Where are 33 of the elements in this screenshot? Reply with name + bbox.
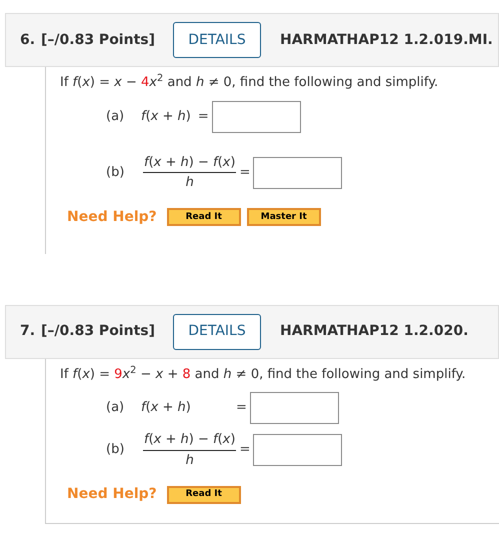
part-label: (b) [106, 164, 126, 182]
need-help-label: Need Help? [67, 208, 157, 226]
answer-box[interactable] [253, 434, 342, 466]
expression: f(x + h) [141, 108, 191, 126]
question-number: 6. [20, 30, 36, 50]
help-button[interactable]: Master It [246, 208, 321, 226]
question-prompt: If f(x) = 9x$^{2}$ − x + 8 and h ≠ 0, find the following and simplify. [60, 364, 467, 384]
equals-sign: = [238, 441, 252, 460]
fraction-denominator: h [186, 452, 194, 470]
fraction-numerator: f(x + h) − f(x) [143, 431, 236, 449]
part-label: (a) [106, 399, 126, 418]
question-code: HARMATHAP12 1.2.020. [280, 322, 468, 341]
need-help-label: Need Help? [67, 485, 157, 504]
part-label: (a) [106, 108, 126, 126]
help-button[interactable]: Read It [166, 208, 241, 226]
answer-box[interactable] [250, 392, 339, 424]
answer-box[interactable] [253, 156, 342, 188]
fraction-denominator: h [186, 174, 194, 192]
equals-sign: = [235, 399, 248, 418]
details-button[interactable]: DETAILS [173, 22, 261, 58]
equals-sign: = [238, 164, 252, 182]
question-code: HARMATHAP12 1.2.019.MI. [280, 30, 493, 50]
details-button[interactable]: DETAILS [173, 314, 261, 350]
part-label: (b) [106, 441, 126, 460]
question-number: 7. [20, 322, 36, 341]
question-prompt: If f(x) = x − 4x$^{2}$ and h ≠ 0, find the following and simplify. [60, 73, 440, 92]
points-label: [–/0.83 Points] [41, 30, 155, 50]
fraction-numerator: f(x + h) − f(x) [143, 154, 236, 172]
expression: f(x + h) [141, 399, 192, 418]
points-label: [–/0.83 Points] [41, 322, 155, 341]
equals-sign: = [196, 108, 210, 126]
help-button[interactable]: Read It [166, 486, 241, 504]
answer-box[interactable] [212, 100, 301, 132]
